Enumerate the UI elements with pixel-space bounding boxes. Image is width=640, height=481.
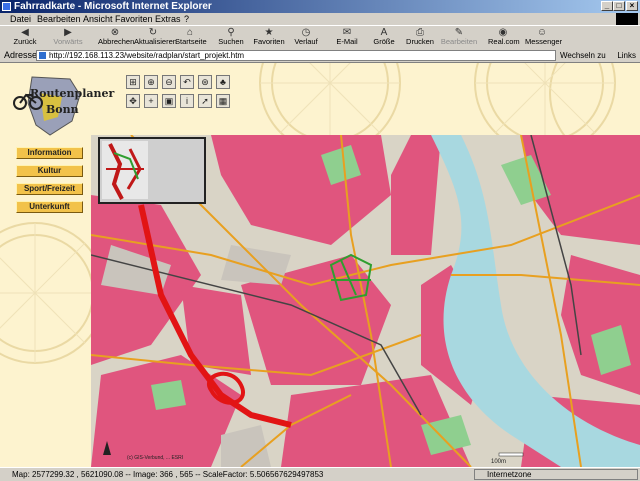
zoom-out-icon[interactable]: ⊖ xyxy=(162,75,176,89)
menu-bearbeiten[interactable]: Bearbeiten xyxy=(37,13,81,25)
map-scale-label: 100m xyxy=(491,459,507,465)
routenplaner-logo: Routenplaner Bonn xyxy=(10,73,114,139)
close-button[interactable]: × xyxy=(626,1,638,11)
status-text: Map: 2577299.32 , 5621090.08 -- Image: 3… xyxy=(12,470,324,479)
title-bar: Fahrradkarte - Microsoft Internet Explor… xyxy=(0,0,640,13)
back-button[interactable]: ◀ Zurück xyxy=(8,27,42,48)
go-button[interactable]: Wechseln zu xyxy=(560,49,606,62)
print-button[interactable]: ⎙ Drucken xyxy=(406,27,434,48)
mail-button[interactable]: ✉ E-Mail xyxy=(334,27,360,48)
windows-logo-icon xyxy=(616,13,638,25)
security-zone: Internetzone xyxy=(474,469,638,480)
toolbar: ◀ Zurück ▶ Vorwärts ⊗ Abbrechen ↻ Aktualisie… xyxy=(0,25,640,50)
menu-favoriten[interactable]: Favoriten xyxy=(115,13,153,25)
menu-datei[interactable]: Datei xyxy=(10,13,31,25)
nav-unterkunft-button[interactable]: Unterkunft xyxy=(16,201,83,213)
pan-icon[interactable]: ✥ xyxy=(126,94,140,108)
favorites-button[interactable]: ★ Favoriten xyxy=(253,27,285,48)
logo-text-line1: Routenplaner xyxy=(30,87,115,100)
history-button[interactable]: ◷ Verlauf xyxy=(293,27,319,48)
zoom-extent-icon[interactable]: ⊞ xyxy=(126,75,140,89)
links-button[interactable]: Links xyxy=(617,49,636,62)
page-content: Routenplaner Bonn Information Kultur Spo… xyxy=(0,63,640,467)
map-view[interactable]: (c) GIS-Verbund, ... ESRI 100m xyxy=(91,135,640,467)
forward-button[interactable]: ▶ Vorwärts xyxy=(50,27,86,48)
overview-map-image xyxy=(100,139,204,202)
overview-map[interactable] xyxy=(98,137,206,204)
nav-kultur-button[interactable]: Kultur xyxy=(16,165,83,177)
minimize-button[interactable]: _ xyxy=(601,1,613,11)
stop-button[interactable]: ⊗ Abbrechen xyxy=(98,27,134,48)
undo-icon[interactable]: ↶ xyxy=(180,75,194,89)
real-button[interactable]: ◉ Real.com xyxy=(488,27,520,48)
menu-extras[interactable]: Extras xyxy=(155,13,181,25)
page-icon xyxy=(39,52,46,59)
address-label: Adresse xyxy=(4,50,38,60)
logo-text-line2: Bonn xyxy=(46,103,79,116)
address-url: http://192.168.113.23/website/radplan/st… xyxy=(49,51,245,60)
menu-help[interactable]: ? xyxy=(184,13,189,25)
zone-label: Internetzone xyxy=(487,470,532,479)
maximize-button[interactable]: □ xyxy=(613,1,625,11)
address-bar: Adresse http://192.168.113.23/website/ra… xyxy=(0,49,640,63)
font-size-button[interactable]: A Größe xyxy=(372,27,396,48)
status-bar: Map: 2577299.32 , 5621090.08 -- Image: 3… xyxy=(0,467,640,481)
refresh-button[interactable]: ↻ Aktualisieren xyxy=(134,27,177,48)
window-title: Fahrradkarte - Microsoft Internet Explor… xyxy=(14,1,212,12)
measure-icon[interactable]: ⊛ xyxy=(198,75,212,89)
print-map-icon[interactable]: ▦ xyxy=(216,94,230,108)
nav-information-button[interactable]: Information xyxy=(16,147,83,159)
edit-button[interactable]: ✎ Bearbeiten xyxy=(440,27,478,48)
home-button[interactable]: ⌂ Startseite xyxy=(175,27,207,48)
delete-icon[interactable]: ♣ xyxy=(216,75,230,89)
ie-window-icon[interactable] xyxy=(2,2,11,11)
address-input[interactable]: http://192.168.113.23/website/radplan/st… xyxy=(36,50,556,61)
map-credit: (c) GIS-Verbund, ... ESRI xyxy=(127,455,184,461)
add-point-icon[interactable]: + xyxy=(144,94,158,108)
search-button[interactable]: ⚲ Suchen xyxy=(218,27,244,48)
save-icon[interactable]: ▣ xyxy=(162,94,176,108)
nav-sport-freizeit-button[interactable]: Sport/Freizeit xyxy=(16,183,83,195)
menu-ansicht[interactable]: Ansicht xyxy=(83,13,113,25)
info-icon[interactable]: i xyxy=(180,94,194,108)
messenger-button[interactable]: ☺ Messenger xyxy=(525,27,562,48)
select-pointer-icon[interactable]: ➚ xyxy=(198,94,212,108)
menu-bar: Datei Bearbeiten Ansicht Favoriten Extra… xyxy=(0,13,640,25)
zoom-in-icon[interactable]: ⊕ xyxy=(144,75,158,89)
